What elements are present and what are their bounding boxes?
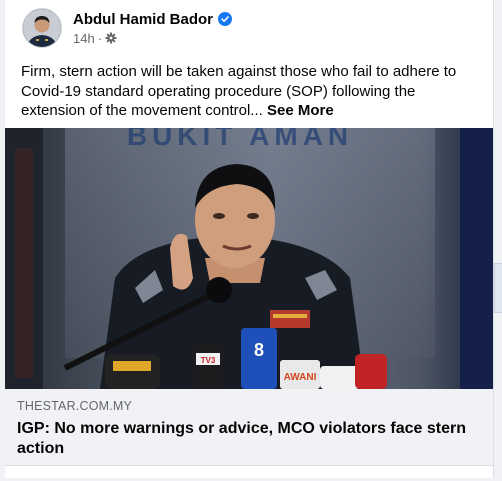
author-row: Abdul Hamid Bador [73, 9, 233, 29]
gear-icon[interactable] [105, 32, 117, 44]
link-title[interactable]: IGP: No more warnings or advice, MCO vio… [17, 419, 477, 459]
mic-label-channel8: 8 [254, 340, 264, 360]
mic-label-tv3: TV3 [201, 356, 216, 365]
post-text: Firm, stern action will be taken against… [21, 62, 479, 121]
link-preview-footer[interactable]: THESTAR.COM.MY IGP: No more warnings or … [5, 389, 493, 466]
side-panel-edge [494, 263, 502, 313]
mic-label-awani: AWANI [284, 372, 317, 383]
link-domain: THESTAR.COM.MY [17, 399, 133, 413]
post-timestamp[interactable]: 14h [73, 31, 95, 46]
post-meta: 14h · [73, 30, 117, 46]
link-preview-image[interactable]: BUKIT AMAN TV3 8 AWANI [5, 128, 493, 389]
post-card: Abdul Hamid Bador 14h · Firm, stern acti… [5, 0, 494, 478]
signage-text: BUKIT AMAN [127, 128, 353, 151]
see-more-link[interactable]: See More [267, 102, 334, 119]
author-name[interactable]: Abdul Hamid Bador [73, 11, 213, 28]
avatar-image [23, 9, 61, 47]
post-body: Firm, stern action will be taken against… [21, 63, 457, 119]
meta-separator: · [97, 30, 103, 46]
verified-badge-icon [218, 12, 233, 26]
author-avatar[interactable] [22, 8, 62, 48]
post-header: Abdul Hamid Bador 14h · [5, 0, 493, 56]
